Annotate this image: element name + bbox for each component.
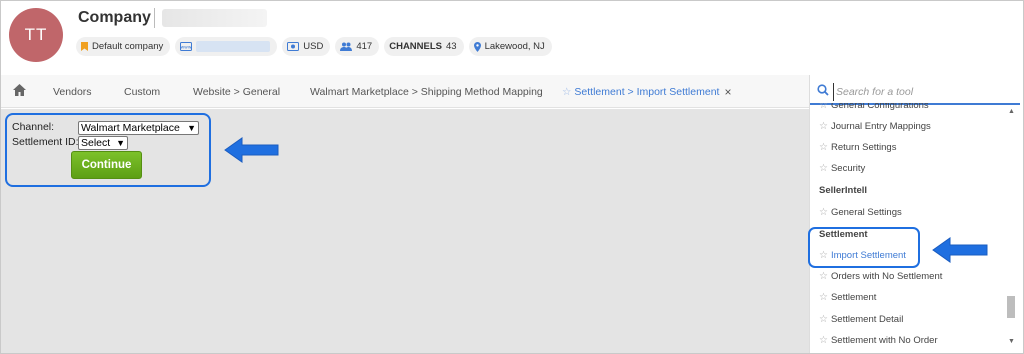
tool-group-sellerintell: SellerIntell bbox=[819, 185, 868, 196]
channels-label: CHANNELS bbox=[389, 41, 442, 52]
title-divider bbox=[154, 8, 155, 28]
tool-panel-scrollbar[interactable]: ▲ ▼ bbox=[1006, 108, 1016, 345]
currency-chip[interactable]: USD bbox=[282, 37, 331, 56]
tab-vendors[interactable]: Vendors bbox=[53, 75, 92, 108]
tool-item-label: Journal Entry Mappings bbox=[830, 121, 931, 132]
search-icon bbox=[817, 84, 829, 99]
tool-item-label: Orders with No Settlement bbox=[830, 271, 943, 282]
users-count: 417 bbox=[356, 41, 373, 52]
scroll-down-icon[interactable]: ▼ bbox=[1008, 338, 1015, 345]
tool-item-journal-entry-mappings[interactable]: ☆ Journal Entry Mappings bbox=[819, 121, 931, 132]
home-tab[interactable] bbox=[13, 75, 26, 108]
www-icon: www bbox=[180, 42, 193, 51]
annotation-arrow-left-icon bbox=[932, 237, 988, 263]
users-chip[interactable]: 417 bbox=[335, 37, 380, 56]
tool-item-label: General Settings bbox=[830, 207, 902, 218]
tab-label: Settlement > Import Settlement bbox=[574, 85, 720, 98]
tool-item-label: Return Settings bbox=[830, 142, 897, 153]
star-icon[interactable]: ☆ bbox=[819, 335, 828, 346]
star-icon[interactable]: ☆ bbox=[819, 271, 828, 282]
svg-text:www: www bbox=[181, 46, 192, 51]
tool-search-input[interactable] bbox=[833, 83, 1013, 101]
star-icon[interactable]: ☆ bbox=[819, 163, 828, 174]
default-company-label: Default company bbox=[92, 41, 164, 52]
tool-item-label: Settlement bbox=[830, 292, 877, 303]
currency-label: USD bbox=[303, 41, 324, 52]
location-chip[interactable]: Lakewood, NJ bbox=[468, 37, 552, 56]
tab-custom[interactable]: Custom bbox=[124, 75, 160, 108]
location-pin-icon bbox=[473, 41, 481, 52]
tool-search-box[interactable] bbox=[810, 79, 1020, 105]
tool-item-cut[interactable]: ☆ General Configurations bbox=[819, 103, 929, 111]
users-icon bbox=[340, 42, 353, 51]
tool-item-label: General Configurations bbox=[830, 103, 929, 111]
company-name: Company bbox=[78, 9, 151, 26]
tool-item-label: Security bbox=[830, 163, 866, 174]
tool-item-settlement-detail[interactable]: ☆ Settlement Detail bbox=[819, 314, 903, 325]
tool-item-general-settings[interactable]: ☆ General Settings bbox=[819, 207, 902, 218]
star-icon[interactable]: ☆ bbox=[819, 142, 828, 153]
tab-website-general[interactable]: Website > General bbox=[193, 75, 280, 108]
company-avatar: TT bbox=[9, 8, 63, 62]
tab-shipping-method-mapping[interactable]: Walmart Marketplace > Shipping Method Ma… bbox=[310, 75, 543, 108]
star-icon[interactable]: ☆ bbox=[819, 121, 828, 132]
scroll-up-icon[interactable]: ▲ bbox=[1008, 108, 1015, 115]
default-company-chip[interactable]: Default company bbox=[76, 37, 171, 56]
scrollbar-thumb[interactable] bbox=[1007, 296, 1015, 318]
close-icon[interactable]: × bbox=[724, 85, 731, 99]
star-icon[interactable]: ☆ bbox=[819, 314, 828, 325]
form-highlight-box bbox=[5, 113, 211, 187]
tool-item-settlement[interactable]: ☆ Settlement bbox=[819, 292, 876, 303]
tool-item-return-settings[interactable]: ☆ Return Settings bbox=[819, 142, 896, 153]
tool-item-security[interactable]: ☆ Security bbox=[819, 163, 865, 174]
tool-item-label: Settlement Detail bbox=[830, 314, 904, 325]
star-icon[interactable]: ☆ bbox=[819, 103, 828, 111]
website-chip[interactable]: www bbox=[175, 37, 278, 56]
channels-count: 43 bbox=[446, 41, 457, 52]
currency-icon bbox=[287, 42, 300, 51]
tool-item-settlement-no-order[interactable]: ☆ Settlement with No Order bbox=[819, 335, 938, 346]
channels-chip[interactable]: CHANNELS 43 bbox=[384, 37, 464, 56]
bookmark-icon bbox=[81, 42, 88, 51]
redacted-company-detail bbox=[162, 9, 267, 27]
tool-item-label: Settlement with No Order bbox=[830, 335, 938, 346]
star-icon[interactable]: ☆ bbox=[819, 292, 828, 303]
home-icon bbox=[13, 84, 26, 99]
tab-bar: Vendors Custom Website > General Walmart… bbox=[1, 75, 809, 108]
redacted-website bbox=[196, 41, 271, 52]
company-chips: Default company www USD 417 CHANNELS 43 … bbox=[76, 37, 552, 56]
location-label: Lakewood, NJ bbox=[484, 41, 545, 52]
tab-import-settlement[interactable]: ☆ Settlement > Import Settlement × bbox=[562, 75, 731, 108]
star-icon[interactable]: ☆ bbox=[819, 207, 828, 218]
import-settlement-highlight-box bbox=[808, 227, 920, 268]
tool-item-orders-no-settlement[interactable]: ☆ Orders with No Settlement bbox=[819, 271, 942, 282]
annotation-arrow-left-icon bbox=[224, 137, 279, 163]
star-icon[interactable]: ☆ bbox=[562, 86, 571, 98]
